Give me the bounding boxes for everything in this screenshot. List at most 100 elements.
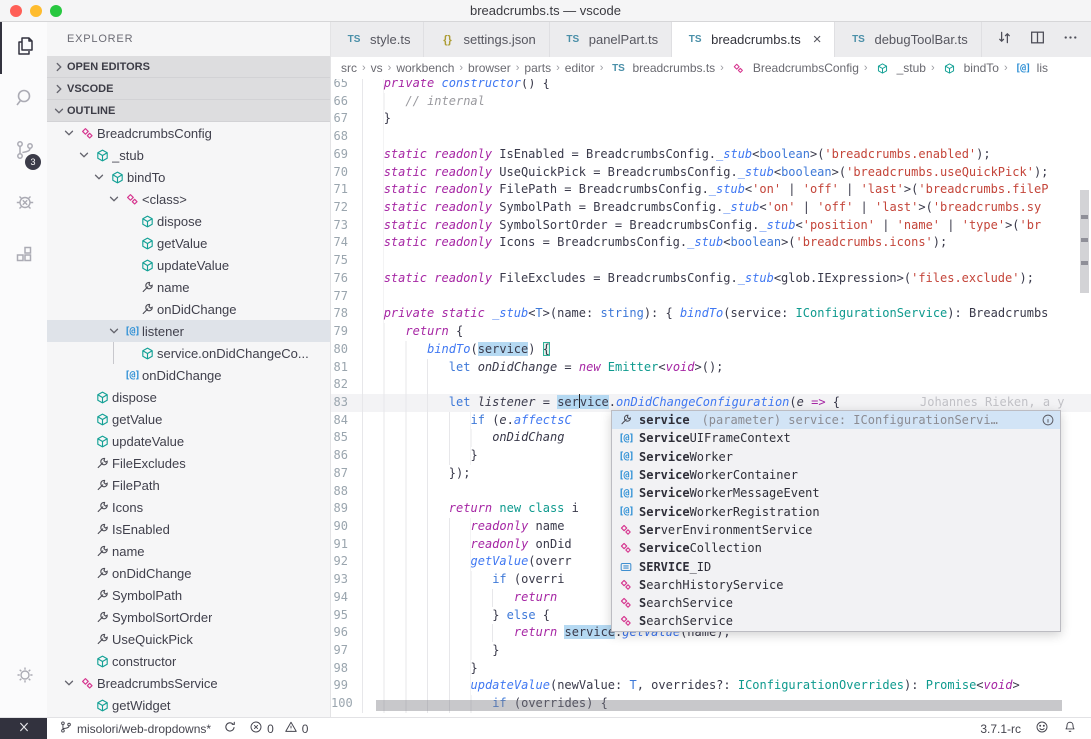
suggest-item-searchhistoryservice[interactable]: SearchHistoryService (612, 576, 1060, 594)
feedback-button[interactable] (1035, 720, 1049, 737)
outline-item-isenabled[interactable]: IsEnabled (47, 518, 330, 540)
outline-item-fileexcludes[interactable]: FileExcludes (47, 452, 330, 474)
outline-item-icons[interactable]: Icons (47, 496, 330, 518)
code-line-98[interactable]: 98} (331, 660, 1091, 678)
breadcrumb-item-vs[interactable]: vs (371, 61, 383, 75)
suggest-item-serviceworker[interactable]: [@]ServiceWorker (612, 448, 1060, 466)
code-line-69[interactable]: 69static readonly IsEnabled = Breadcrumb… (331, 146, 1091, 164)
code-line-83[interactable]: 83let listener = service.onDidChangeConf… (331, 394, 1091, 412)
activity-source-control[interactable]: 3 (0, 126, 47, 178)
code-line-80[interactable]: 80bindTo(service) { (331, 341, 1091, 359)
tab-settings-json[interactable]: {}settings.json (424, 22, 549, 57)
outline-item-symbolpath[interactable]: SymbolPath (47, 584, 330, 606)
code-line-77[interactable]: 77 (331, 288, 1091, 306)
breadcrumb-item-workbench[interactable]: workbench (396, 61, 454, 75)
breadcrumb-item-src[interactable]: src (341, 61, 357, 75)
code-line-71[interactable]: 71static readonly FilePath = Breadcrumbs… (331, 181, 1091, 199)
outline-item-breadcrumbsservice[interactable]: BreadcrumbsService (47, 672, 330, 694)
tab-panelPart-ts[interactable]: TSpanelPart.ts (550, 22, 672, 57)
suggest-item-serviceworkercontainer[interactable]: [@]ServiceWorkerContainer (612, 466, 1060, 484)
outline-item-name[interactable]: name (47, 276, 330, 298)
suggest-item-service[interactable]: service(parameter) service: IConfigurati… (612, 411, 1060, 429)
outline-item-filepath[interactable]: FilePath (47, 474, 330, 496)
close-window-button[interactable] (10, 5, 22, 17)
code-line-70[interactable]: 70static readonly UseQuickPick = Breadcr… (331, 164, 1091, 182)
outline-item-constructor[interactable]: constructor (47, 650, 330, 672)
problems-status[interactable]: 0 0 (249, 720, 308, 737)
chevron-down-icon[interactable] (106, 192, 122, 206)
outline-item-name[interactable]: name (47, 540, 330, 562)
chevron-down-icon[interactable] (91, 170, 107, 184)
outline-item-getvalue[interactable]: getValue (47, 232, 330, 254)
code-line-79[interactable]: 79return { (331, 323, 1091, 341)
outline-item-bindto[interactable]: bindTo (47, 166, 330, 188)
breadcrumb-item--stub[interactable]: _stub (873, 61, 926, 75)
suggest-item-service_id[interactable]: SERVICE_ID (612, 557, 1060, 575)
breadcrumb-item-parts[interactable]: parts (524, 61, 551, 75)
tab-breadcrumbs-ts[interactable]: TSbreadcrumbs.ts× (672, 22, 835, 57)
outline-item-dispose[interactable]: dispose (47, 386, 330, 408)
code-editor[interactable]: 65private constructor() {66// internal67… (331, 79, 1091, 717)
outline-item-updatevalue[interactable]: updateValue (47, 254, 330, 276)
outline-item-ondidchange[interactable]: [@]onDidChange (47, 364, 330, 386)
outline-item-getvalue[interactable]: getValue (47, 408, 330, 430)
outline-item--stub[interactable]: _stub (47, 144, 330, 166)
git-branch-status[interactable]: misolori/web-dropdowns* (59, 720, 211, 737)
code-line-66[interactable]: 66// internal (331, 93, 1091, 111)
section-header-outline[interactable]: OUTLINE (47, 100, 330, 122)
outline-item-ondidchange[interactable]: onDidChange (47, 298, 330, 320)
breadcrumb-item-browser[interactable]: browser (468, 61, 511, 75)
chevron-down-icon[interactable] (76, 148, 92, 162)
suggest-item-servicecollection[interactable]: ServiceCollection (612, 539, 1060, 557)
activity-search[interactable] (0, 74, 47, 126)
notifications-button[interactable] (1063, 720, 1077, 737)
info-icon[interactable] (1041, 413, 1055, 427)
outline-item-updatevalue[interactable]: updateValue (47, 430, 330, 452)
code-line-76[interactable]: 76static readonly FileExcludes = Breadcr… (331, 270, 1091, 288)
breadcrumb-item-bindto[interactable]: bindTo (940, 61, 999, 75)
code-line-78[interactable]: 78private static _stub<T>(name: string):… (331, 305, 1091, 323)
breadcrumb-item-breadcrumbsconfig[interactable]: BreadcrumbsConfig (729, 61, 859, 75)
outline-item-listener[interactable]: [@]listener (47, 320, 330, 342)
code-line-65[interactable]: 65private constructor() { (331, 79, 1091, 93)
code-line-74[interactable]: 74static readonly Icons = BreadcrumbsCon… (331, 234, 1091, 252)
outline-item-symbolsortorder[interactable]: SymbolSortOrder (47, 606, 330, 628)
chevron-down-icon[interactable] (61, 126, 77, 140)
chevron-down-icon[interactable] (61, 676, 77, 690)
suggest-item-serviceworkerregistration[interactable]: [@]ServiceWorkerRegistration (612, 502, 1060, 520)
outline-item-usequickpick[interactable]: UseQuickPick (47, 628, 330, 650)
more-actions-icon[interactable] (1062, 29, 1079, 51)
breadcrumb-item-editor[interactable]: editor (565, 61, 595, 75)
tab-style-ts[interactable]: TSstyle.ts (331, 22, 424, 57)
suggest-item-serviceworkermessageevent[interactable]: [@]ServiceWorkerMessageEvent (612, 484, 1060, 502)
code-line-81[interactable]: 81let onDidChange = new Emitter<void>(); (331, 359, 1091, 377)
sync-status[interactable] (223, 720, 237, 737)
activity-debug[interactable] (0, 178, 47, 230)
zoom-window-button[interactable] (50, 5, 62, 17)
suggest-item-searchservice[interactable]: SearchService (612, 594, 1060, 612)
outline-item-getwidget[interactable]: getWidget (47, 694, 330, 716)
code-line-67[interactable]: 67} (331, 110, 1091, 128)
suggest-item-serviceuiframecontext[interactable]: [@]ServiceUIFrameContext (612, 429, 1060, 447)
horizontal-scrollbar[interactable] (376, 700, 1062, 711)
code-line-73[interactable]: 73static readonly SymbolSortOrder = Brea… (331, 217, 1091, 235)
code-line-75[interactable]: 75 (331, 252, 1091, 270)
code-line-99[interactable]: 99updateValue(newValue: T, overrides?: I… (331, 677, 1091, 695)
section-header-vscode[interactable]: VSCODE (47, 78, 330, 100)
chevron-down-icon[interactable] (106, 324, 122, 338)
code-line-97[interactable]: 97} (331, 642, 1091, 660)
close-icon[interactable]: × (813, 31, 822, 48)
breadcrumb-item-lis[interactable]: [@]lis (1013, 61, 1048, 75)
outline-item-dispose[interactable]: dispose (47, 210, 330, 232)
minimize-window-button[interactable] (30, 5, 42, 17)
outline-item-ondidchange[interactable]: onDidChange (47, 562, 330, 584)
outline-item--class-[interactable]: <class> (47, 188, 330, 210)
breadcrumb-item-breadcrumbs-ts[interactable]: TSbreadcrumbs.ts (608, 61, 715, 75)
code-line-82[interactable]: 82 (331, 376, 1091, 394)
section-header-open-editors[interactable]: OPEN EDITORS (47, 56, 330, 78)
activity-extensions[interactable] (0, 230, 47, 282)
tab-debugToolBar-ts[interactable]: TSdebugToolBar.ts (835, 22, 981, 57)
code-line-68[interactable]: 68 (331, 128, 1091, 146)
suggest-item-searchservice[interactable]: SearchService (612, 612, 1060, 630)
suggest-item-serverenvironmentservice[interactable]: ServerEnvironmentService (612, 521, 1060, 539)
